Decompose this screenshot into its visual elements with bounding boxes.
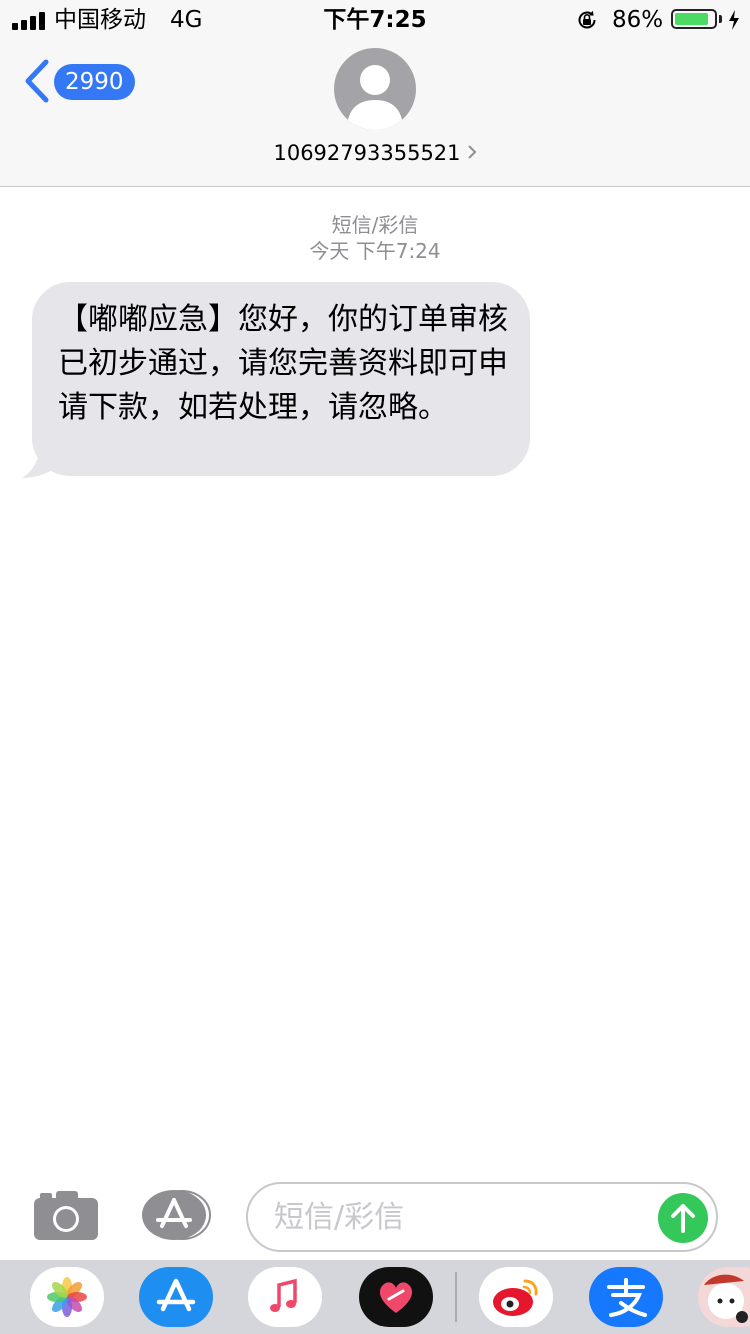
- message-text: 【嘟嘟应急】您好，你的订单审核已初步通过，请您完善资料即可申请下款，如若处理，请…: [58, 302, 508, 425]
- photos-icon[interactable]: [30, 1267, 104, 1327]
- drawer-divider: [455, 1272, 457, 1322]
- weibo-icon[interactable]: [479, 1267, 553, 1327]
- battery-level: [675, 13, 708, 25]
- battery-tip: [719, 15, 722, 23]
- chevron-right-icon: [467, 145, 476, 159]
- arrow-up-icon: [671, 1204, 695, 1233]
- chevron-left-icon: [25, 59, 49, 103]
- imessage-app-drawer: [0, 1260, 750, 1334]
- digital-touch-icon[interactable]: [359, 1267, 433, 1327]
- person-silhouette-icon: [347, 65, 403, 130]
- message-timestamp: 今天 下午7:24: [309, 239, 441, 263]
- message-input[interactable]: 短信/彩信: [246, 1182, 718, 1252]
- battery-icon: [671, 9, 717, 29]
- app-store-button[interactable]: [140, 1190, 212, 1240]
- music-icon[interactable]: [248, 1267, 322, 1327]
- send-button[interactable]: [658, 1193, 708, 1243]
- contact-number: 10692793355521: [273, 141, 461, 165]
- charging-bolt-icon: [729, 10, 739, 30]
- status-bar: 中国移动 4G 下午7:25 86%: [0, 0, 750, 40]
- unread-count-badge: 2990: [54, 64, 135, 100]
- app-store-icon[interactable]: [139, 1267, 213, 1327]
- alipay-icon[interactable]: [589, 1267, 663, 1327]
- rotation-lock-icon: [578, 10, 596, 29]
- sticker-icon[interactable]: [698, 1267, 750, 1327]
- message-type-label: 短信/彩信: [331, 213, 419, 237]
- battery-percent: 86%: [612, 7, 664, 33]
- conversation-header: 2990 10692793355521: [0, 40, 750, 187]
- contact-info-button[interactable]: 10692793355521: [0, 138, 750, 168]
- incoming-message-bubble[interactable]: 【嘟嘟应急】您好，你的订单审核已初步通过，请您完善资料即可申请下款，如若处理，请…: [32, 282, 530, 476]
- input-placeholder: 短信/彩信: [274, 1200, 405, 1235]
- contact-avatar[interactable]: [334, 48, 416, 130]
- camera-icon[interactable]: [34, 1190, 98, 1240]
